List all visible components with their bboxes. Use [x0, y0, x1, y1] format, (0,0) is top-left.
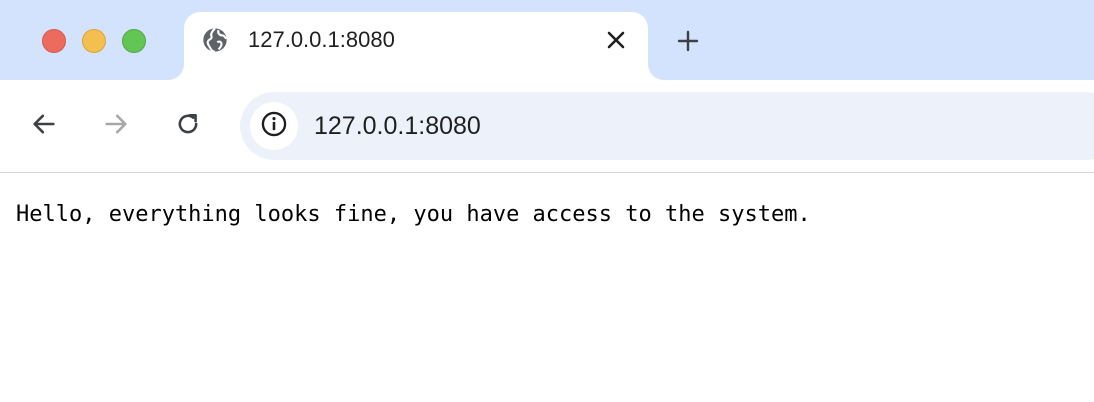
forward-button[interactable] [100, 110, 132, 142]
tab-active[interactable]: 127.0.0.1:8080 [184, 12, 648, 80]
site-info-button[interactable] [250, 102, 298, 150]
window-zoom-button[interactable] [122, 29, 146, 53]
page-content: Hello, everything looks fine, you have a… [0, 173, 1094, 402]
close-icon[interactable] [602, 26, 630, 54]
window-close-button[interactable] [42, 29, 66, 53]
window-minimize-button[interactable] [82, 29, 106, 53]
globe-icon [201, 26, 229, 54]
reload-button[interactable] [172, 110, 204, 142]
plus-icon[interactable] [672, 25, 704, 57]
arrow-right-icon [102, 110, 130, 143]
page-message: Hello, everything looks fine, you have a… [16, 202, 811, 227]
arrow-left-icon [30, 110, 58, 143]
address-bar[interactable]: 127.0.0.1:8080 [240, 92, 1094, 160]
browser-window: 127.0.0.1:8080 127.0.0.1:8080 Hello, eve… [0, 0, 1094, 402]
info-icon [260, 110, 288, 143]
reload-icon [174, 110, 202, 143]
back-button[interactable] [28, 110, 60, 142]
tab-title: 127.0.0.1:8080 [248, 27, 395, 52]
url-text: 127.0.0.1:8080 [314, 112, 481, 140]
browser-toolbar: 127.0.0.1:8080 [0, 80, 1094, 173]
tab-strip: 127.0.0.1:8080 [0, 0, 1094, 80]
